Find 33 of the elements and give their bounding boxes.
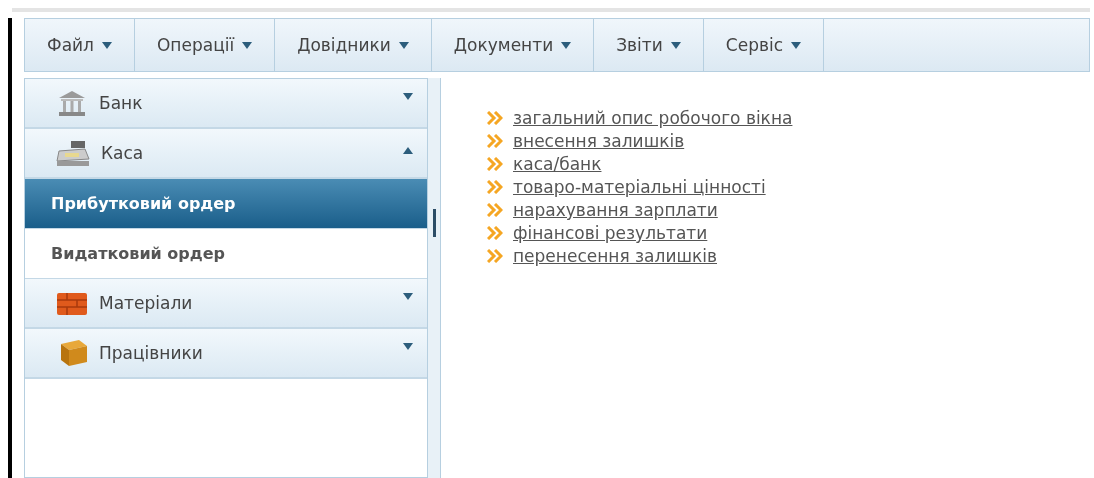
caret-icon [101, 41, 112, 49]
sidebar-group[interactable]: Банк [25, 79, 427, 129]
menu-item[interactable]: Звіти [594, 19, 704, 71]
double-chevron-icon [487, 203, 503, 217]
sidebar-group[interactable]: Каса [25, 129, 427, 179]
double-chevron-icon [487, 180, 503, 194]
double-chevron-icon [487, 111, 503, 125]
help-link[interactable]: товаро-матеріальні цінності [513, 177, 766, 197]
caret-icon [242, 41, 253, 49]
double-chevron-icon [487, 134, 503, 148]
menu-item[interactable]: Операції [134, 19, 276, 71]
menu-item[interactable]: Документи [431, 19, 595, 71]
splitter-handle[interactable] [432, 209, 436, 237]
sidebar-group[interactable]: Матеріали [25, 279, 427, 329]
caret-icon [398, 41, 409, 49]
help-link[interactable]: каса/банк [513, 154, 602, 174]
help-link[interactable]: фінансові результати [513, 223, 708, 243]
caret-icon [670, 41, 681, 49]
help-link[interactable]: перенесення залишків [513, 246, 717, 266]
menu-item[interactable]: Сервіс [703, 19, 824, 71]
double-chevron-icon [487, 249, 503, 263]
caret-icon [561, 41, 572, 49]
cash-register-icon [55, 139, 91, 167]
sidebar-group[interactable]: Працівники [25, 329, 427, 379]
help-link[interactable]: нарахування зарплати [513, 200, 718, 220]
help-link[interactable]: внесення залишків [513, 131, 685, 151]
menu-item[interactable]: Довідники [275, 19, 432, 71]
menu-item[interactable]: Файл [25, 19, 135, 71]
double-chevron-icon [487, 226, 503, 240]
help-link[interactable]: загальний опис робочого вікна [513, 108, 793, 128]
caret-icon [791, 41, 801, 49]
sidebar-item[interactable]: Прибутковий ордер [25, 179, 427, 229]
double-chevron-icon [487, 157, 503, 171]
